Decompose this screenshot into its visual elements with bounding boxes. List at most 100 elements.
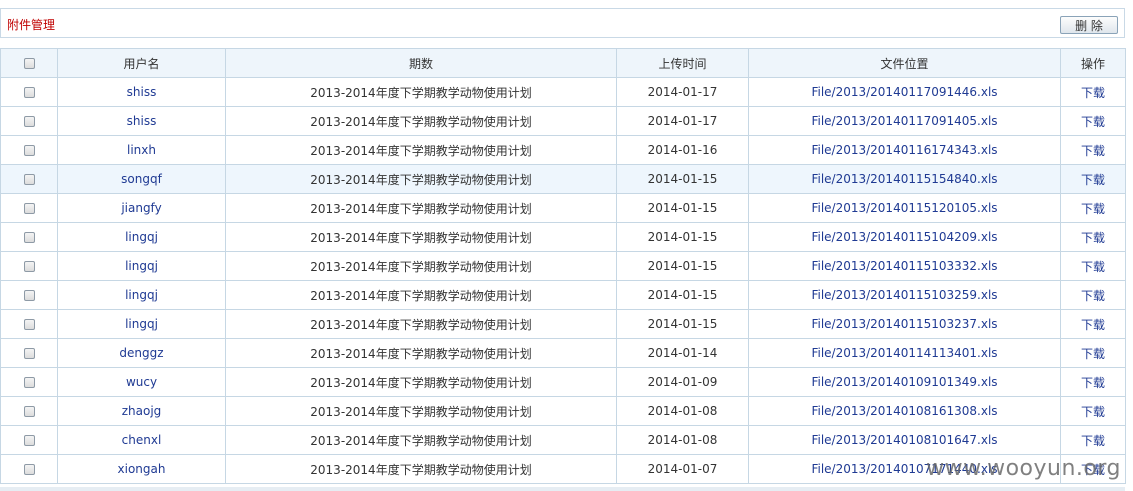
cell-user: songqf [57, 164, 226, 194]
cell-upload-time: 2014-01-15 [616, 251, 749, 281]
cell-action: 下载 [1060, 309, 1126, 339]
download-link[interactable]: 下载 [1081, 231, 1105, 245]
column-header-file-location[interactable]: 文件位置 [748, 48, 1061, 78]
row-select-cell [0, 309, 58, 339]
row-select-cell [0, 193, 58, 223]
cell-user: lingqj [57, 251, 226, 281]
download-link[interactable]: 下载 [1081, 144, 1105, 158]
table-row: shiss 2013-2014年度下学期教学动物使用计划 2014-01-17 Fil… [0, 106, 1126, 136]
cell-upload-time: 2014-01-07 [616, 454, 749, 484]
cell-user: lingqj [57, 280, 226, 310]
row-checkbox[interactable] [23, 261, 35, 272]
delete-button[interactable]: 删 除 [1060, 16, 1118, 34]
row-checkbox[interactable] [23, 232, 35, 243]
row-checkbox[interactable] [23, 145, 35, 156]
column-header-upload-time[interactable]: 上传时间 [616, 48, 749, 78]
download-link[interactable]: 下载 [1081, 376, 1105, 390]
cell-period: 2013-2014年度下学期教学动物使用计划 [225, 135, 617, 165]
row-checkbox[interactable] [23, 406, 35, 417]
table-row: chenxl 2013-2014年度下学期教学动物使用计划 2014-01-08 Fi… [0, 425, 1126, 455]
row-select-cell [0, 106, 58, 136]
cell-action: 下载 [1060, 367, 1126, 397]
cell-period: 2013-2014年度下学期教学动物使用计划 [225, 367, 617, 397]
row-checkbox[interactable] [23, 203, 35, 214]
table-row: songqf 2013-2014年度下学期教学动物使用计划 2014-01-15 Fi… [0, 164, 1126, 194]
row-select-cell [0, 280, 58, 310]
download-link[interactable]: 下载 [1081, 202, 1105, 216]
cell-user: xiongah [57, 454, 226, 484]
cell-period: 2013-2014年度下学期教学动物使用计划 [225, 396, 617, 426]
page-title: 附件管理 [7, 18, 56, 32]
table-row: lingqj 2013-2014年度下学期教学动物使用计划 2014-01-15 Fi… [0, 251, 1126, 281]
cell-user: lingqj [57, 222, 226, 252]
cell-upload-time: 2014-01-17 [616, 106, 749, 136]
cell-file-location: File/2013/20140108101647.xls [748, 425, 1061, 455]
row-checkbox[interactable] [23, 174, 35, 185]
select-all-checkbox[interactable] [23, 58, 35, 69]
cell-upload-time: 2014-01-09 [616, 367, 749, 397]
cell-user: lingqj [57, 309, 226, 339]
cell-user: chenxl [57, 425, 226, 455]
cell-upload-time: 2014-01-15 [616, 164, 749, 194]
cell-period: 2013-2014年度下学期教学动物使用计划 [225, 280, 617, 310]
download-link[interactable]: 下载 [1081, 86, 1105, 100]
cell-file-location: File/2013/20140115103259.xls [748, 280, 1061, 310]
cell-action: 下载 [1060, 222, 1126, 252]
row-checkbox[interactable] [23, 290, 35, 301]
cell-period: 2013-2014年度下学期教学动物使用计划 [225, 193, 617, 223]
attachments-table: 用户名 期数 上传时间 文件位置 操作 shiss 2013-2014年度下学期教… [0, 48, 1126, 484]
cell-user: denggz [57, 338, 226, 368]
column-header-period[interactable]: 期数 [225, 48, 617, 78]
cell-action: 下载 [1060, 396, 1126, 426]
cell-upload-time: 2014-01-17 [616, 77, 749, 107]
cell-period: 2013-2014年度下学期教学动物使用计划 [225, 425, 617, 455]
download-link[interactable]: 下载 [1081, 434, 1105, 448]
cell-user: linxh [57, 135, 226, 165]
cell-period: 2013-2014年度下学期教学动物使用计划 [225, 309, 617, 339]
cell-period: 2013-2014年度下学期教学动物使用计划 [225, 338, 617, 368]
cell-action: 下载 [1060, 135, 1126, 165]
download-link[interactable]: 下载 [1081, 318, 1105, 332]
row-checkbox[interactable] [23, 464, 35, 475]
cell-file-location: File/2013/20140109101349.xls [748, 367, 1061, 397]
row-checkbox[interactable] [23, 319, 35, 330]
cell-action: 下载 [1060, 106, 1126, 136]
cell-file-location: File/2013/20140117091405.xls [748, 106, 1061, 136]
row-checkbox[interactable] [23, 87, 35, 98]
table-row: lingqj 2013-2014年度下学期教学动物使用计划 2014-01-15 Fi… [0, 280, 1126, 310]
cell-upload-time: 2014-01-15 [616, 309, 749, 339]
cell-period: 2013-2014年度下学期教学动物使用计划 [225, 106, 617, 136]
download-link[interactable]: 下载 [1081, 173, 1105, 187]
row-checkbox[interactable] [23, 348, 35, 359]
cell-file-location: File/2013/20140117091446.xls [748, 77, 1061, 107]
row-checkbox[interactable] [23, 435, 35, 446]
column-header-action: 操作 [1060, 48, 1126, 78]
cell-upload-time: 2014-01-15 [616, 280, 749, 310]
table-row: linxh 2013-2014年度下学期教学动物使用计划 2014-01-16 Fil… [0, 135, 1126, 165]
table-row: denggz 2013-2014年度下学期教学动物使用计划 2014-01-14 Fi… [0, 338, 1126, 368]
row-select-cell [0, 454, 58, 484]
cell-upload-time: 2014-01-15 [616, 193, 749, 223]
download-link[interactable]: 下载 [1081, 405, 1105, 419]
cell-action: 下载 [1060, 280, 1126, 310]
cell-file-location: File/2013/20140108161308.xls [748, 396, 1061, 426]
download-link[interactable]: 下载 [1081, 289, 1105, 303]
toolbar: 附件管理 删 除 [0, 8, 1125, 38]
cell-file-location: File/2013/20140115104209.xls [748, 222, 1061, 252]
row-select-cell [0, 251, 58, 281]
cell-upload-time: 2014-01-15 [616, 222, 749, 252]
download-link[interactable]: 下载 [1081, 260, 1105, 274]
row-select-cell [0, 425, 58, 455]
cell-upload-time: 2014-01-08 [616, 396, 749, 426]
row-select-cell [0, 135, 58, 165]
cell-period: 2013-2014年度下学期教学动物使用计划 [225, 454, 617, 484]
column-header-user[interactable]: 用户名 [57, 48, 226, 78]
download-link[interactable]: 下载 [1081, 347, 1105, 361]
cell-period: 2013-2014年度下学期教学动物使用计划 [225, 251, 617, 281]
cell-user: zhaojg [57, 396, 226, 426]
cell-file-location: File/2013/20140115120105.xls [748, 193, 1061, 223]
download-link[interactable]: 下载 [1081, 115, 1105, 129]
cell-file-location: File/2013/20140115103237.xls [748, 309, 1061, 339]
row-checkbox[interactable] [23, 116, 35, 127]
row-checkbox[interactable] [23, 377, 35, 388]
